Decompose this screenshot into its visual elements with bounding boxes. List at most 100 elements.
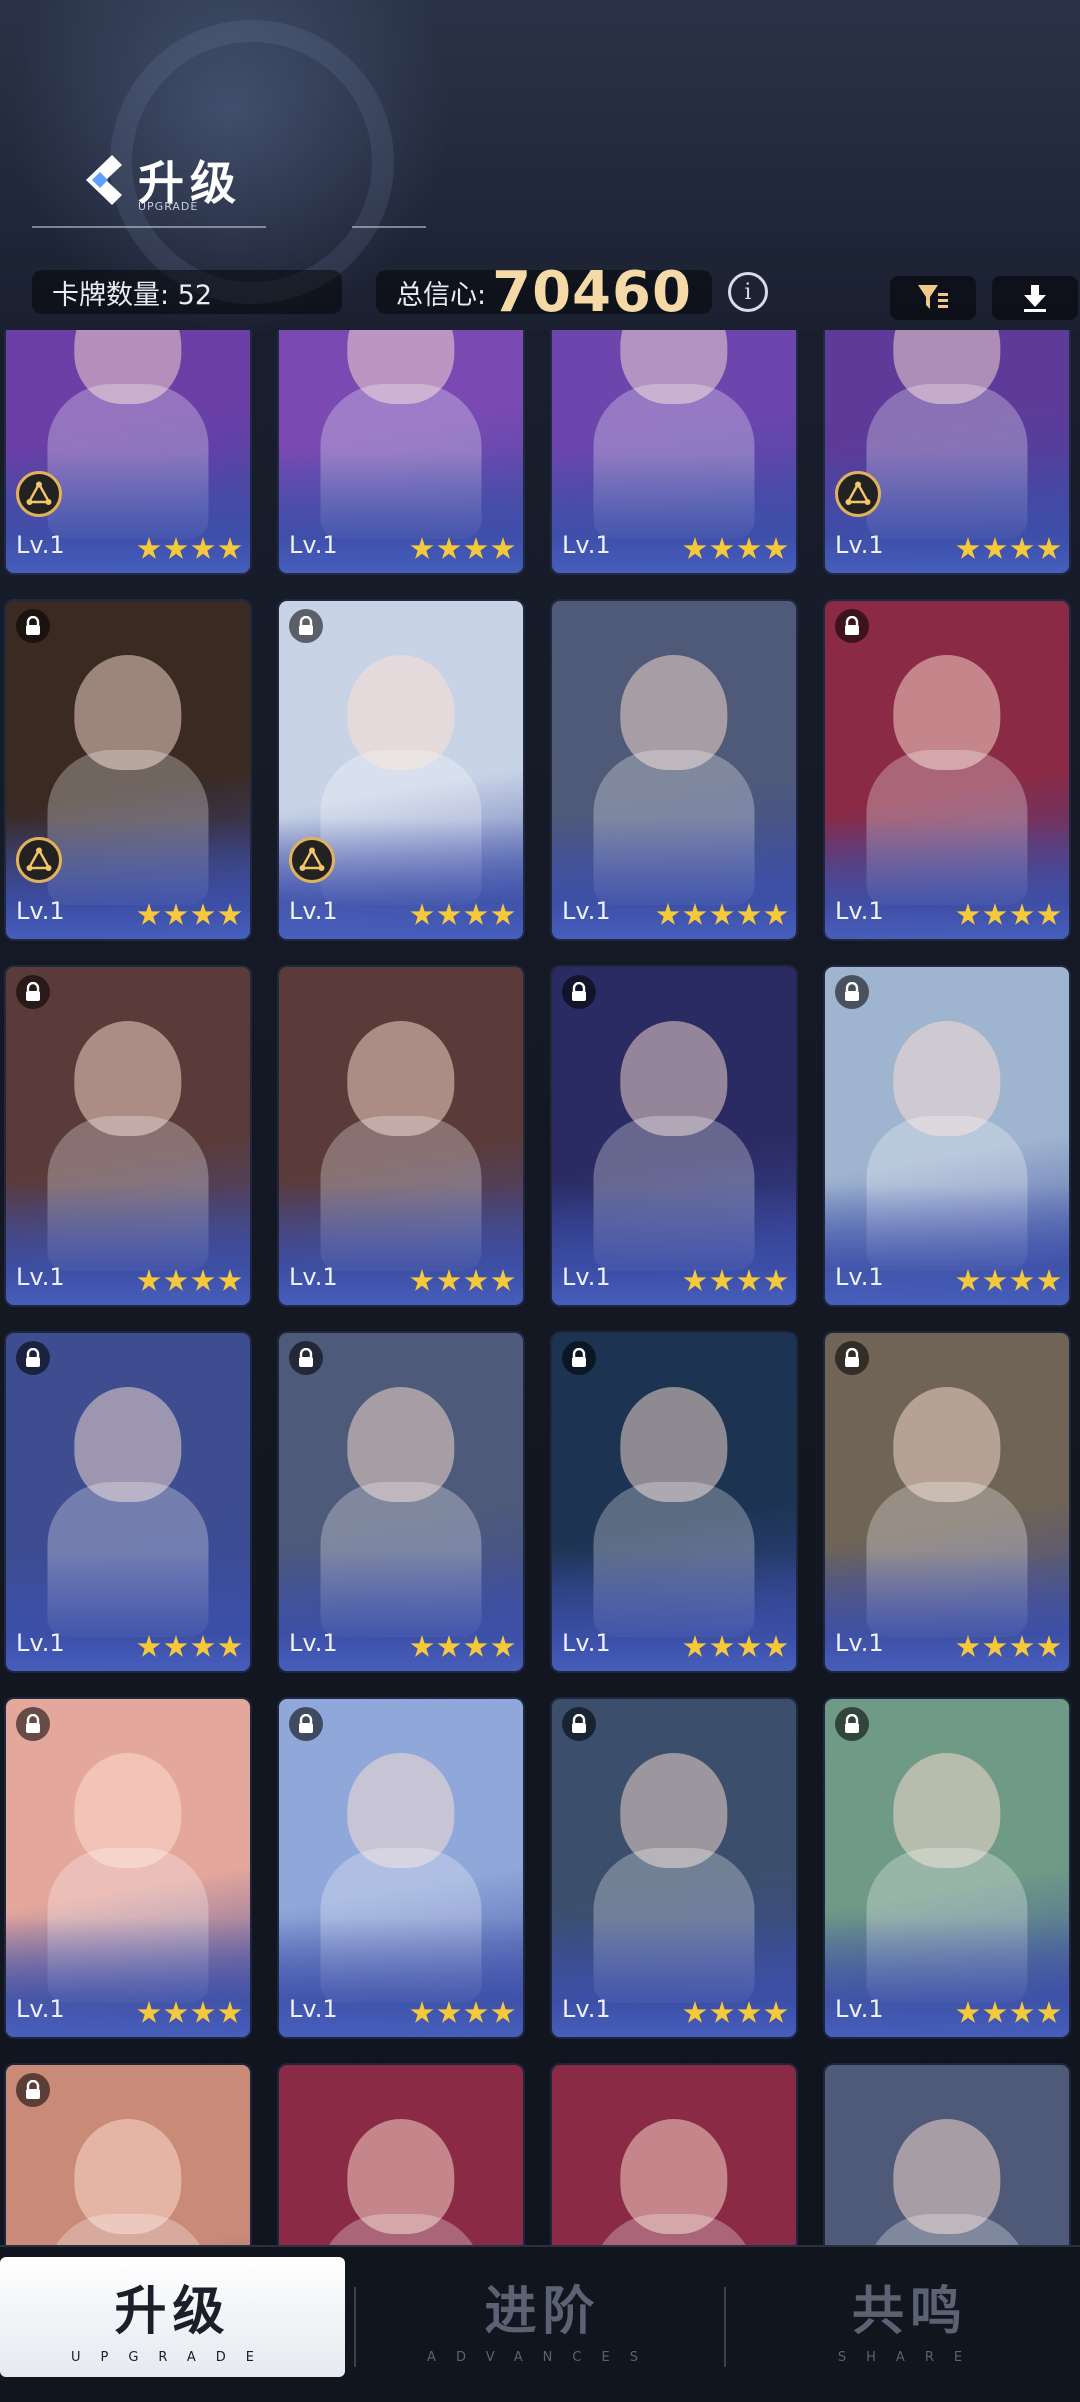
star-icon [956, 2001, 980, 2023]
character-card[interactable]: Lv.1 [6, 1333, 250, 1671]
star-rating [953, 537, 1061, 561]
character-card[interactable]: Lv.1 [552, 1699, 796, 2037]
character-card[interactable]: Lv.1 [6, 2065, 250, 2245]
star-icon [437, 1635, 461, 1657]
star-icon [737, 537, 761, 559]
lock-icon[interactable] [289, 609, 323, 643]
character-card[interactable]: Lv.1 [6, 1699, 250, 2037]
tab-advances-sub: ADVANCES [427, 2350, 658, 2365]
character-card[interactable]: Lv.1 [825, 330, 1069, 573]
lock-icon[interactable] [835, 1341, 869, 1375]
tab-divider [354, 2287, 356, 2367]
character-card[interactable]: Lv.1 [279, 330, 523, 573]
character-figure [866, 2213, 1028, 2245]
tab-share[interactable]: 共鸣 SHARE [740, 2257, 1080, 2377]
star-icon [437, 537, 461, 559]
lock-icon[interactable] [562, 975, 596, 1009]
star-icon [191, 1269, 215, 1291]
star-icon [1010, 537, 1034, 559]
star-icon [1010, 2001, 1034, 2023]
lock-icon[interactable] [562, 1341, 596, 1375]
star-icon [983, 537, 1007, 559]
tab-share-sub: SHARE [837, 2350, 983, 2365]
character-card[interactable]: Lv.1 [279, 2065, 523, 2245]
star-rating [134, 1635, 242, 1659]
star-icon [191, 537, 215, 559]
lock-icon[interactable] [835, 609, 869, 643]
star-icon [710, 1635, 734, 1657]
character-card[interactable]: Lv.1 [552, 2065, 796, 2245]
filter-icon [918, 285, 948, 309]
character-card[interactable]: Lv.1 [825, 967, 1069, 1305]
star-icon [956, 903, 980, 925]
character-card[interactable]: Lv.1 [825, 1699, 1069, 2037]
card-level: Lv.1 [289, 897, 338, 925]
tab-upgrade[interactable]: 升级 UPGRADE [0, 2257, 345, 2377]
star-icon [137, 903, 161, 925]
lock-icon[interactable] [289, 1341, 323, 1375]
tab-advances[interactable]: 进阶 ADVANCES [370, 2257, 715, 2377]
skill-badge-icon [16, 471, 62, 517]
star-icon [191, 1635, 215, 1657]
tab-upgrade-sub: UPGRADE [70, 2350, 275, 2365]
card-level: Lv.1 [16, 531, 65, 559]
character-card[interactable]: Lv.1 [825, 601, 1069, 939]
star-icon [710, 903, 734, 925]
star-icon [764, 1269, 788, 1291]
lock-icon[interactable] [562, 1707, 596, 1741]
info-icon[interactable]: i [727, 272, 768, 312]
star-rating [134, 903, 242, 927]
star-icon [164, 537, 188, 559]
lock-icon[interactable] [16, 2073, 50, 2107]
character-card[interactable]: Lv.1 [552, 330, 796, 573]
lock-icon[interactable] [16, 1341, 50, 1375]
lock-icon[interactable] [289, 1707, 323, 1741]
star-icon [137, 1269, 161, 1291]
lock-icon[interactable] [16, 975, 50, 1009]
character-card[interactable]: Lv.1 [825, 1333, 1069, 1671]
star-icon [464, 2001, 488, 2023]
star-icon [683, 2001, 707, 2023]
star-icon [683, 903, 707, 925]
star-icon [956, 537, 980, 559]
character-card[interactable]: Lv.1 [6, 601, 250, 939]
star-icon [137, 1635, 161, 1657]
back-arrow-icon[interactable] [78, 153, 122, 207]
character-card[interactable]: Lv.1 [552, 1333, 796, 1671]
star-rating [134, 537, 242, 561]
lock-icon[interactable] [16, 1707, 50, 1741]
character-card[interactable]: Lv.1 [6, 330, 250, 573]
character-card[interactable]: Lv.1 [825, 2065, 1069, 2245]
card-level: Lv.1 [16, 897, 65, 925]
filter-button[interactable] [890, 276, 976, 320]
header: 升级 UPGRADE 卡牌数量: 52 总信心: 70460 i [0, 0, 1080, 330]
card-level: Lv.1 [16, 1629, 65, 1657]
star-icon [437, 903, 461, 925]
lock-icon[interactable] [16, 609, 50, 643]
star-icon [464, 1635, 488, 1657]
character-card[interactable]: Lv.1 [552, 967, 796, 1305]
character-card[interactable]: Lv.1 [279, 1333, 523, 1671]
star-icon [491, 2001, 515, 2023]
sort-button[interactable] [992, 276, 1078, 320]
star-icon [737, 1269, 761, 1291]
character-figure [47, 2213, 209, 2245]
character-card[interactable]: Lv.1 [279, 601, 523, 939]
tab-divider [724, 2287, 726, 2367]
star-icon [683, 537, 707, 559]
character-card[interactable]: Lv.1 [279, 1699, 523, 2037]
card-level: Lv.1 [289, 1629, 338, 1657]
star-icon [737, 903, 761, 925]
tab-advances-label: 进阶 [484, 2282, 601, 2342]
star-icon [191, 903, 215, 925]
character-card[interactable]: Lv.1 [6, 967, 250, 1305]
lock-icon[interactable] [835, 1707, 869, 1741]
character-card[interactable]: Lv.1 [279, 967, 523, 1305]
star-icon [164, 903, 188, 925]
lock-icon[interactable] [835, 975, 869, 1009]
star-icon [1037, 1269, 1061, 1291]
character-card[interactable]: Lv.1 [552, 601, 796, 939]
star-icon [164, 1635, 188, 1657]
card-grid[interactable]: Lv.1 Lv.1 Lv.1 Lv.1 Lv.1 Lv.1 Lv.1 Lv.1 Lv.1 Lv.1… [0, 330, 1080, 2245]
star-rating [953, 903, 1061, 927]
